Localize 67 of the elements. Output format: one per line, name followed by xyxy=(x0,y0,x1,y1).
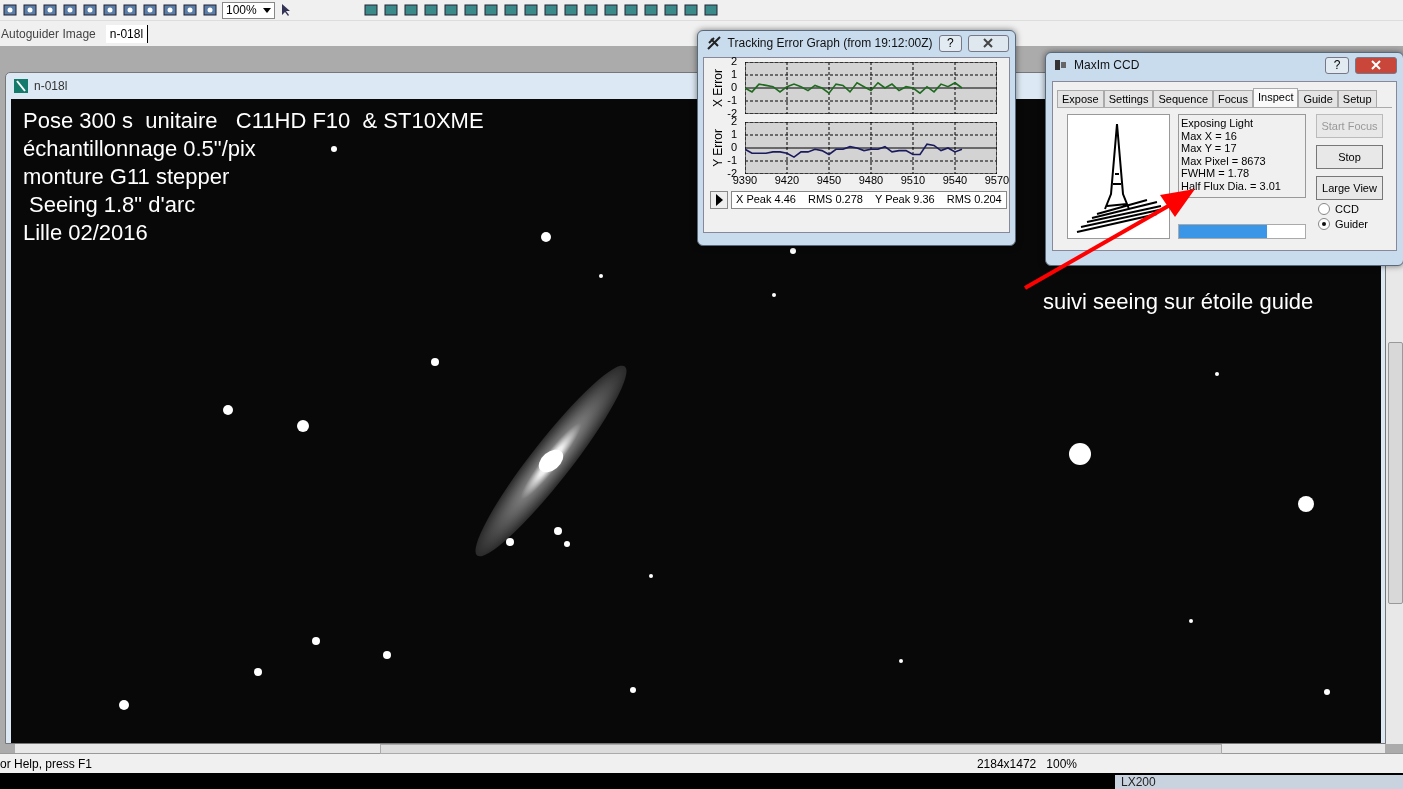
radio-label: Guider xyxy=(1335,218,1369,230)
tick-label: 9570 xyxy=(983,174,1011,186)
caret-icon xyxy=(262,7,271,13)
axis-label: X Error xyxy=(710,69,725,107)
tick-label: 2 xyxy=(730,55,737,68)
stat-text: RMS 0.278 xyxy=(807,193,863,207)
info-text: Half Flux Dia. = 3.01 xyxy=(1181,179,1282,192)
radio-button[interactable] xyxy=(1318,203,1330,215)
axis-label: Y Error xyxy=(710,129,725,167)
zoom-text: 100% xyxy=(1046,756,1077,771)
info-text: Max Pixel = 8673 xyxy=(1181,154,1267,167)
radio-label: CCD xyxy=(1335,203,1359,215)
status-help-text: or Help, press F1 xyxy=(0,756,93,771)
tick-label: 9420 xyxy=(773,174,801,186)
satellite-icon xyxy=(706,35,722,51)
info-text: Exposing Light xyxy=(1181,117,1255,130)
caption-text: Lille 02/2016 xyxy=(23,219,148,247)
image-name-field[interactable]: n-018l xyxy=(105,24,149,43)
tick-label: -1 xyxy=(727,154,737,167)
tab[interactable]: Setup xyxy=(1337,90,1377,107)
tab[interactable]: Sequence xyxy=(1153,90,1213,107)
tick-label: 1 xyxy=(730,68,737,81)
radio-button[interactable] xyxy=(1318,218,1330,230)
tick-label: 0 xyxy=(730,141,737,154)
stat-text: RMS 0.204 xyxy=(946,193,1002,207)
tick-label: 0 xyxy=(730,81,737,94)
action-button[interactable]: Large View xyxy=(1316,176,1383,200)
autoguider-label: Autoguider Image xyxy=(1,26,96,41)
stat-text: X Peak 4.46 xyxy=(736,193,796,207)
info-text: FWHM = 1.78 xyxy=(1181,167,1251,180)
tick-label: 9510 xyxy=(899,174,927,186)
caption-text: échantillonnage 0.5"/pix xyxy=(23,135,256,163)
window-title: Tracking Error Graph (from 19:12:00Z) xyxy=(727,36,933,50)
close-button[interactable] xyxy=(1355,56,1397,74)
taskbar-window-title: LX200 xyxy=(1121,775,1156,789)
tab[interactable]: Settings xyxy=(1103,90,1154,107)
caption-text: monture G11 stepper xyxy=(23,163,230,191)
camera-icon xyxy=(1054,58,1068,72)
close-icon xyxy=(1371,60,1381,70)
tab[interactable]: Expose xyxy=(1057,90,1104,107)
window-title: n-018l xyxy=(34,79,68,93)
help-button[interactable]: ? xyxy=(938,34,962,52)
play-icon xyxy=(715,194,723,206)
image-size-text: 2184x1472 xyxy=(976,756,1037,771)
tick-label: 1 xyxy=(730,128,737,141)
tick-label: 9480 xyxy=(857,174,885,186)
window-title: MaxIm CCD xyxy=(1074,58,1141,72)
zoom-dropdown[interactable]: 100% xyxy=(222,1,275,19)
stat-text: Y Peak 9.36 xyxy=(874,193,935,207)
caption-text: Seeing 1.8" d'arc xyxy=(28,191,196,219)
info-text: Max X = 16 xyxy=(1181,129,1238,142)
tick-label: 9540 xyxy=(941,174,969,186)
close-icon xyxy=(983,38,994,48)
caption-text: Pose 300 s unitaire C11HD F10 & ST10XME xyxy=(23,107,484,135)
close-button[interactable] xyxy=(968,34,1009,52)
info-text: Max Y = 17 xyxy=(1181,142,1238,155)
tick-label: 9450 xyxy=(815,174,843,186)
play-button[interactable] xyxy=(710,191,728,209)
help-button[interactable]: ? xyxy=(1325,56,1349,74)
annotation-text: suivi seeing sur étoile guide xyxy=(1043,289,1314,315)
taskbar-window[interactable]: LX200 xyxy=(1115,775,1403,789)
action-button[interactable]: Stop xyxy=(1316,145,1383,169)
document-icon xyxy=(14,79,28,93)
tab[interactable]: Focus xyxy=(1213,90,1253,107)
tab[interactable]: Guide xyxy=(1298,90,1338,107)
tick-label: -1 xyxy=(727,94,737,107)
tab[interactable]: Inspect xyxy=(1252,88,1299,107)
